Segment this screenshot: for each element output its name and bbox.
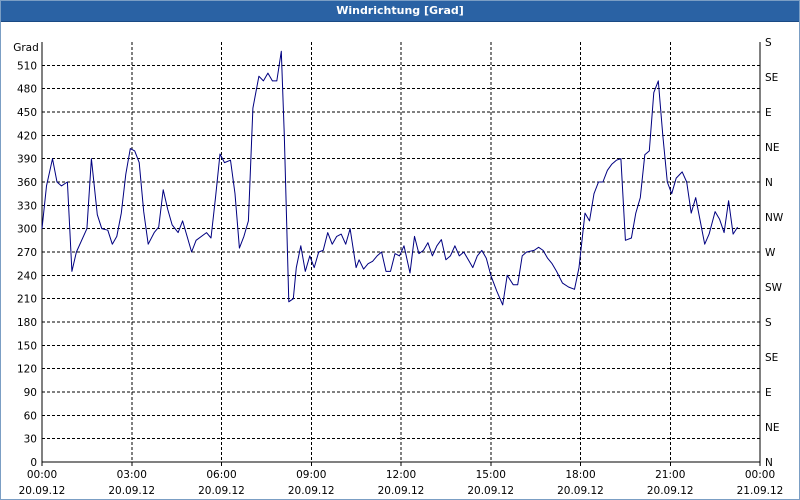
y-tick-label: 510 [17, 60, 37, 72]
chart-window: Windrichtung [Grad] Grad 0 30 60 90 120 150 18… [0, 0, 800, 500]
right-axis-direction-label: S [765, 37, 772, 49]
right-axis-direction-label: N [765, 457, 773, 469]
x-tick-date-label: 20.09.12 [19, 485, 66, 497]
series [41, 50, 739, 306]
y-tick-label: 390 [17, 154, 37, 166]
x-tick-date-label: 20.09.12 [557, 485, 604, 497]
wind-direction-chart: Grad 0 30 60 90 120 150 180 210 240 270 300 330 360 3… [13, 37, 784, 497]
y-tick-label: 270 [17, 247, 37, 259]
y-tick-label: 0 [30, 457, 37, 469]
y-tick-label: 360 [17, 177, 37, 189]
right-axis-direction-label: W [765, 247, 776, 259]
right-axis-direction-label: NE [765, 422, 780, 434]
x-tick-date-label: 20.09.12 [467, 485, 514, 497]
x-tick-time-label: 12:00 [386, 469, 416, 481]
y-tick-label: 30 [24, 434, 37, 446]
x-tick-date-label: 20.09.12 [647, 485, 694, 497]
x-tick-date-label: 21.09.12 [737, 485, 784, 497]
x-tick-time-label: 00:00 [745, 469, 775, 481]
x-tick-time-label: 18:00 [565, 469, 595, 481]
y-tick-label: 90 [24, 387, 37, 399]
y-tick-label: 210 [17, 294, 37, 306]
window-title: Windrichtung [Grad] [336, 4, 464, 17]
y-tick-label: 120 [17, 364, 37, 376]
x-tick-time-label: 09:00 [296, 469, 326, 481]
x-tick-time-label: 00:00 [27, 469, 57, 481]
right-axis-direction-label: N [765, 177, 773, 189]
x-tick-time-label: 03:00 [117, 469, 147, 481]
x-tick-date-label: 20.09.12 [108, 485, 155, 497]
axes: Grad 0 30 60 90 120 150 180 210 240 270 300 330 360 3… [13, 37, 784, 497]
x-tick-time-label: 15:00 [476, 469, 506, 481]
y-tick-label: 330 [17, 200, 37, 212]
x-tick-date-label: 20.09.12 [378, 485, 425, 497]
x-tick-date-label: 20.09.12 [288, 485, 335, 497]
x-tick-date-label: 20.09.12 [198, 485, 245, 497]
right-axis-direction-label: NW [765, 212, 784, 224]
y-tick-label: 60 [24, 410, 37, 422]
right-axis-direction-label: SW [765, 282, 783, 294]
series-line-wind-direction [41, 50, 739, 306]
title-bar: Windrichtung [Grad] [1, 1, 799, 22]
right-axis-direction-label: NE [765, 142, 780, 154]
x-tick-time-label: 06:00 [206, 469, 236, 481]
right-axis-direction-label: E [765, 107, 772, 119]
y-tick-label: 300 [17, 224, 37, 236]
y-tick-label: 480 [17, 84, 37, 96]
y-tick-label: 180 [17, 317, 37, 329]
right-axis-direction-label: S [765, 317, 772, 329]
y-tick-label: 240 [17, 270, 37, 282]
right-axis-direction-label: SE [765, 72, 778, 84]
x-tick-time-label: 21:00 [655, 469, 685, 481]
y-axis-label: Grad [13, 42, 39, 54]
y-tick-label: 450 [17, 107, 37, 119]
y-tick-label: 150 [17, 340, 37, 352]
right-axis-direction-label: E [765, 387, 772, 399]
y-tick-label: 420 [17, 130, 37, 142]
right-axis-direction-label: SE [765, 352, 778, 364]
